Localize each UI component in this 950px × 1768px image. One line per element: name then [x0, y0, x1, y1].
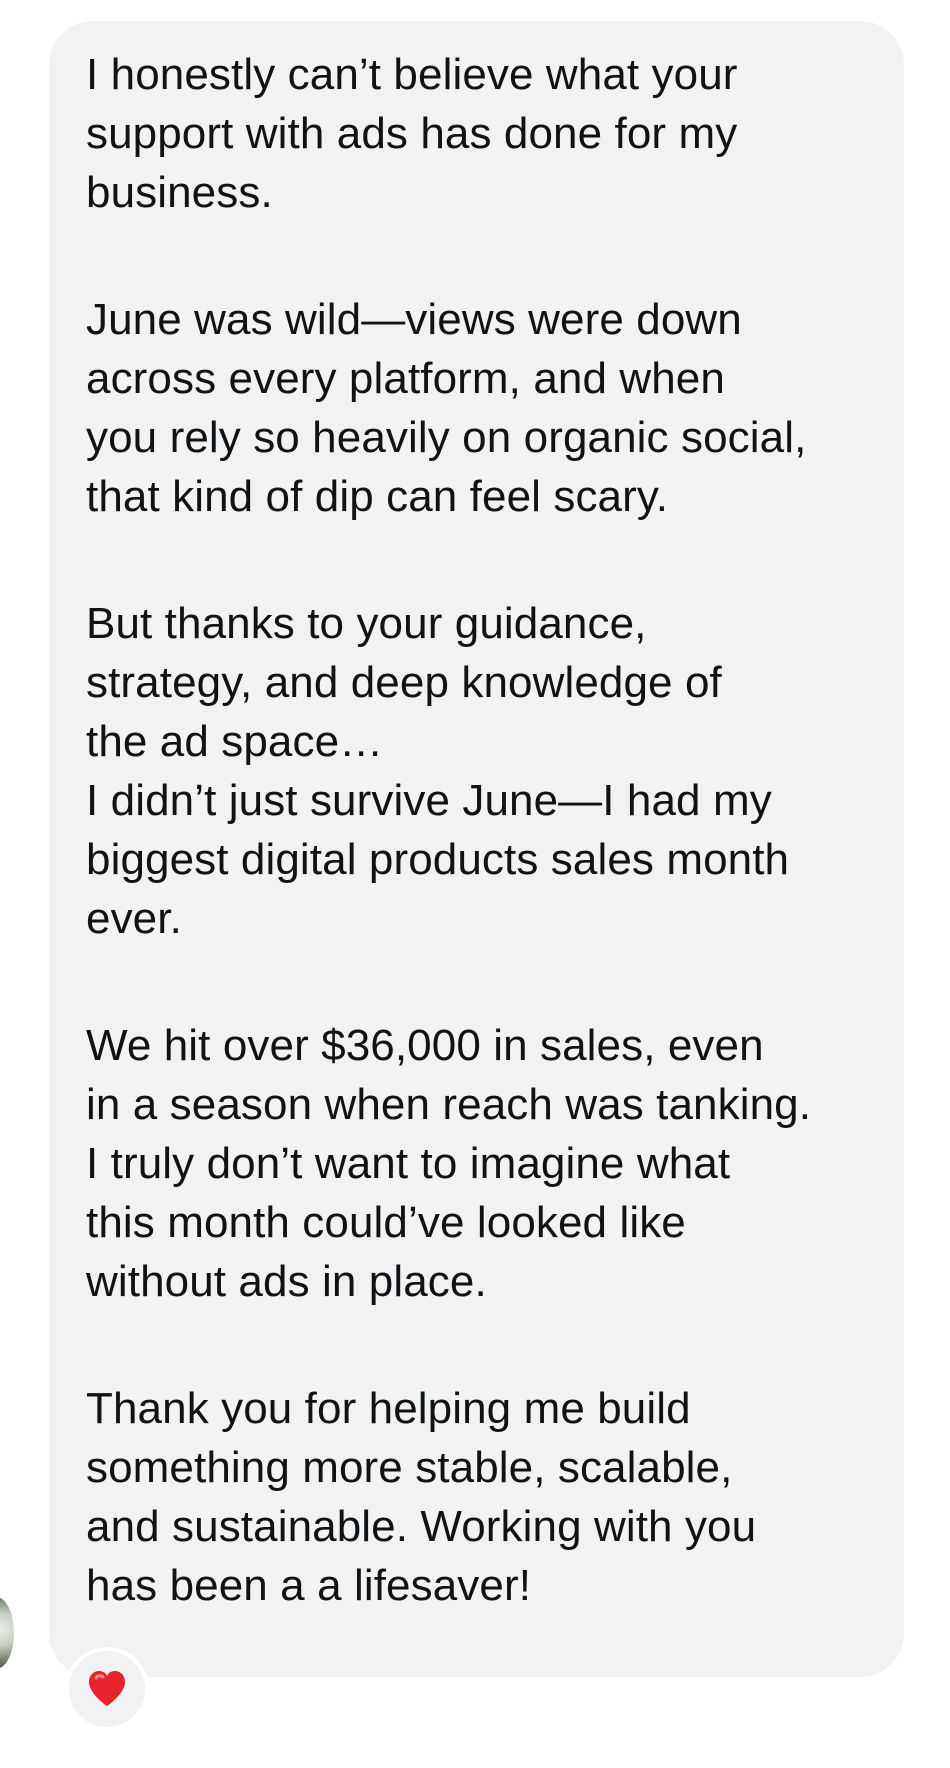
message-paragraph-5: We hit over $36,000 in sales, even in a … [86, 1021, 812, 1129]
message-paragraph-2: June was wild—views were down across eve… [86, 295, 807, 521]
message-bubble[interactable]: I honestly can’t believe what your suppo… [49, 21, 904, 1677]
message-paragraph-6: I truly don’t want to imagine what this … [86, 1139, 731, 1306]
heart-reaction[interactable] [65, 1647, 149, 1731]
message-paragraph-7: Thank you for helping me build something… [86, 1384, 757, 1610]
red-heart-icon [89, 1671, 125, 1706]
message-paragraph-1: I honestly can’t believe what your suppo… [86, 50, 738, 217]
message-paragraph-3: But thanks to your guidance, strategy, a… [86, 599, 722, 766]
message-paragraph-4: I didn’t just survive June—I had my bigg… [86, 776, 790, 943]
message-text: I honestly can’t believe what your suppo… [86, 45, 886, 1615]
sender-avatar[interactable] [0, 1597, 14, 1669]
